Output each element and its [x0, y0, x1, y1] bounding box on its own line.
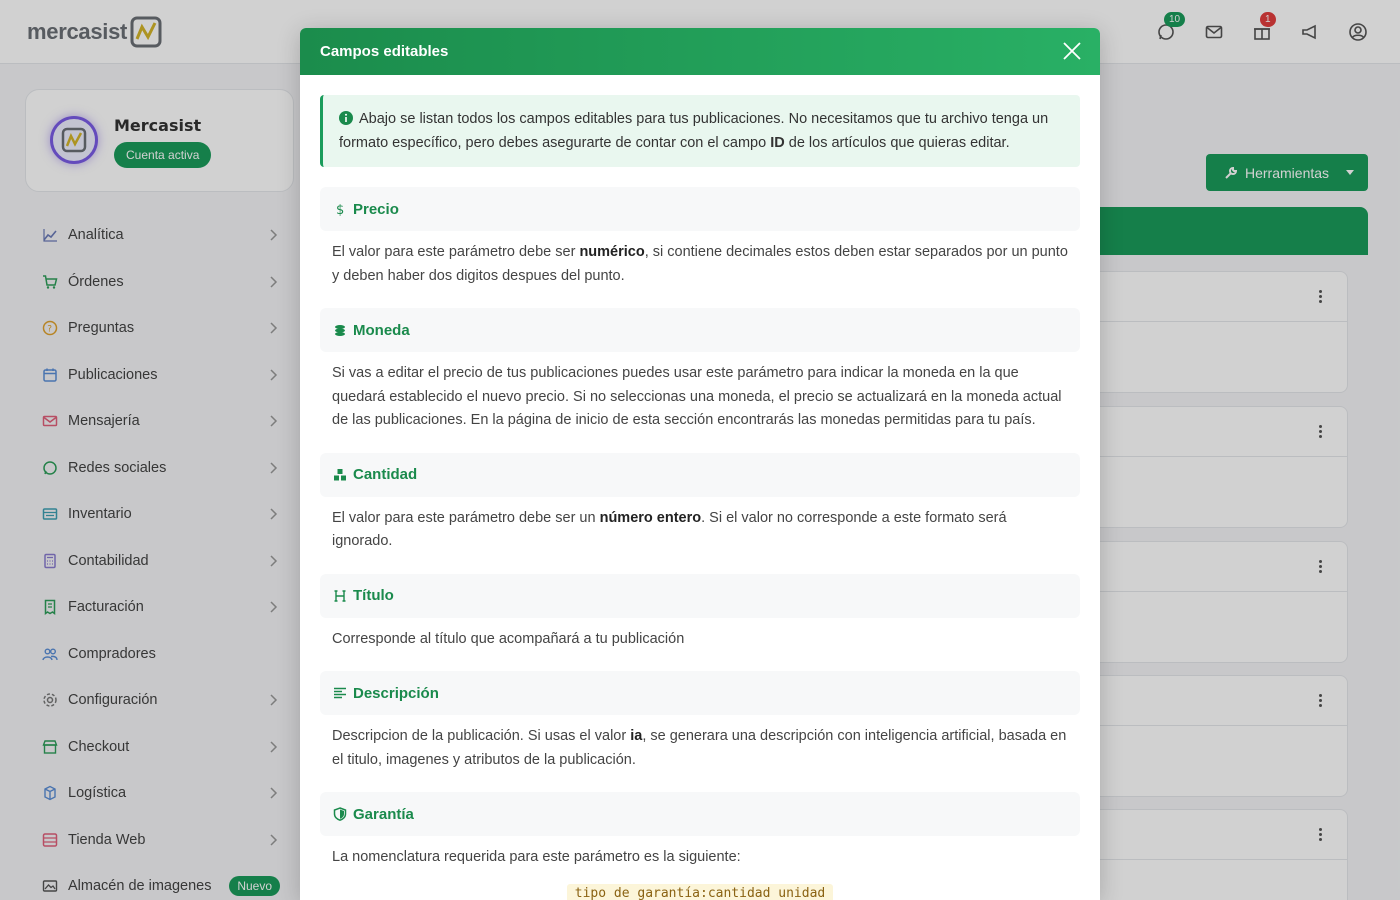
svg-text:$: $ [336, 203, 344, 216]
section-title-warranty: Garantía [353, 805, 414, 823]
dollar-icon: $ [332, 201, 348, 217]
section-title-title: Título [353, 587, 394, 604]
warranty-format-code: tipo de garantía:cantidad unidad [566, 883, 834, 900]
modal-body: Abajo se listan todos los campos editabl… [300, 75, 1100, 900]
quantity-text-bold: número entero [599, 509, 702, 526]
warranty-format-line: tipo de garantía:cantidad unidad [320, 882, 1080, 900]
info-text-bold: ID [770, 135, 785, 151]
info-text-end: de los artículos que quieras editar. [784, 135, 1010, 151]
section-text-quantity: El valor para este parámetro debe ser un… [320, 497, 1080, 554]
quantity-text: El valor para este parámetro debe ser un [332, 509, 600, 526]
section-text-description: Descripcion de la publicación. Si usas e… [320, 715, 1080, 772]
modal-header: Campos editables [300, 28, 1100, 75]
info-alert: Abajo se listan todos los campos editabl… [320, 95, 1080, 167]
section-header-description: Descripción [320, 671, 1080, 715]
section-text-price: El valor para este parámetro debe ser nu… [320, 231, 1080, 288]
info-circle-icon [339, 111, 353, 125]
section-title-description: Descripción [353, 684, 439, 702]
section-header-warranty: Garantía [320, 792, 1080, 836]
section-header-currency: Moneda [320, 308, 1080, 352]
description-text-bold: ia [630, 728, 643, 744]
description-text: Descripcion de la publicación. Si usas e… [332, 728, 631, 744]
section-text-title: Corresponde al título que acompañará a t… [332, 630, 685, 647]
section-text-currency: Si vas a editar el precio de tus publica… [332, 365, 1062, 428]
price-text-bold: numérico [579, 244, 645, 260]
section-title-currency: Moneda [353, 321, 410, 339]
section-header-price: $ Precio [320, 187, 1080, 231]
boxes-icon [332, 467, 348, 483]
align-left-icon [332, 685, 348, 701]
coins-icon [332, 322, 348, 338]
heading-icon [332, 588, 348, 604]
editable-fields-modal: Campos editables Abajo se listan todos l… [300, 28, 1100, 900]
section-title-quantity: Cantidad [353, 466, 418, 483]
section-text-warranty: La nomenclatura requerida para este pará… [332, 849, 741, 865]
shield-icon [332, 806, 348, 822]
modal-title: Campos editables [320, 43, 449, 60]
close-icon[interactable] [1062, 41, 1082, 61]
price-text: El valor para este parámetro debe ser [332, 244, 580, 260]
section-header-quantity: Cantidad [320, 452, 1080, 497]
section-header-title: Título [320, 573, 1080, 618]
section-title-price: Precio [353, 200, 399, 218]
